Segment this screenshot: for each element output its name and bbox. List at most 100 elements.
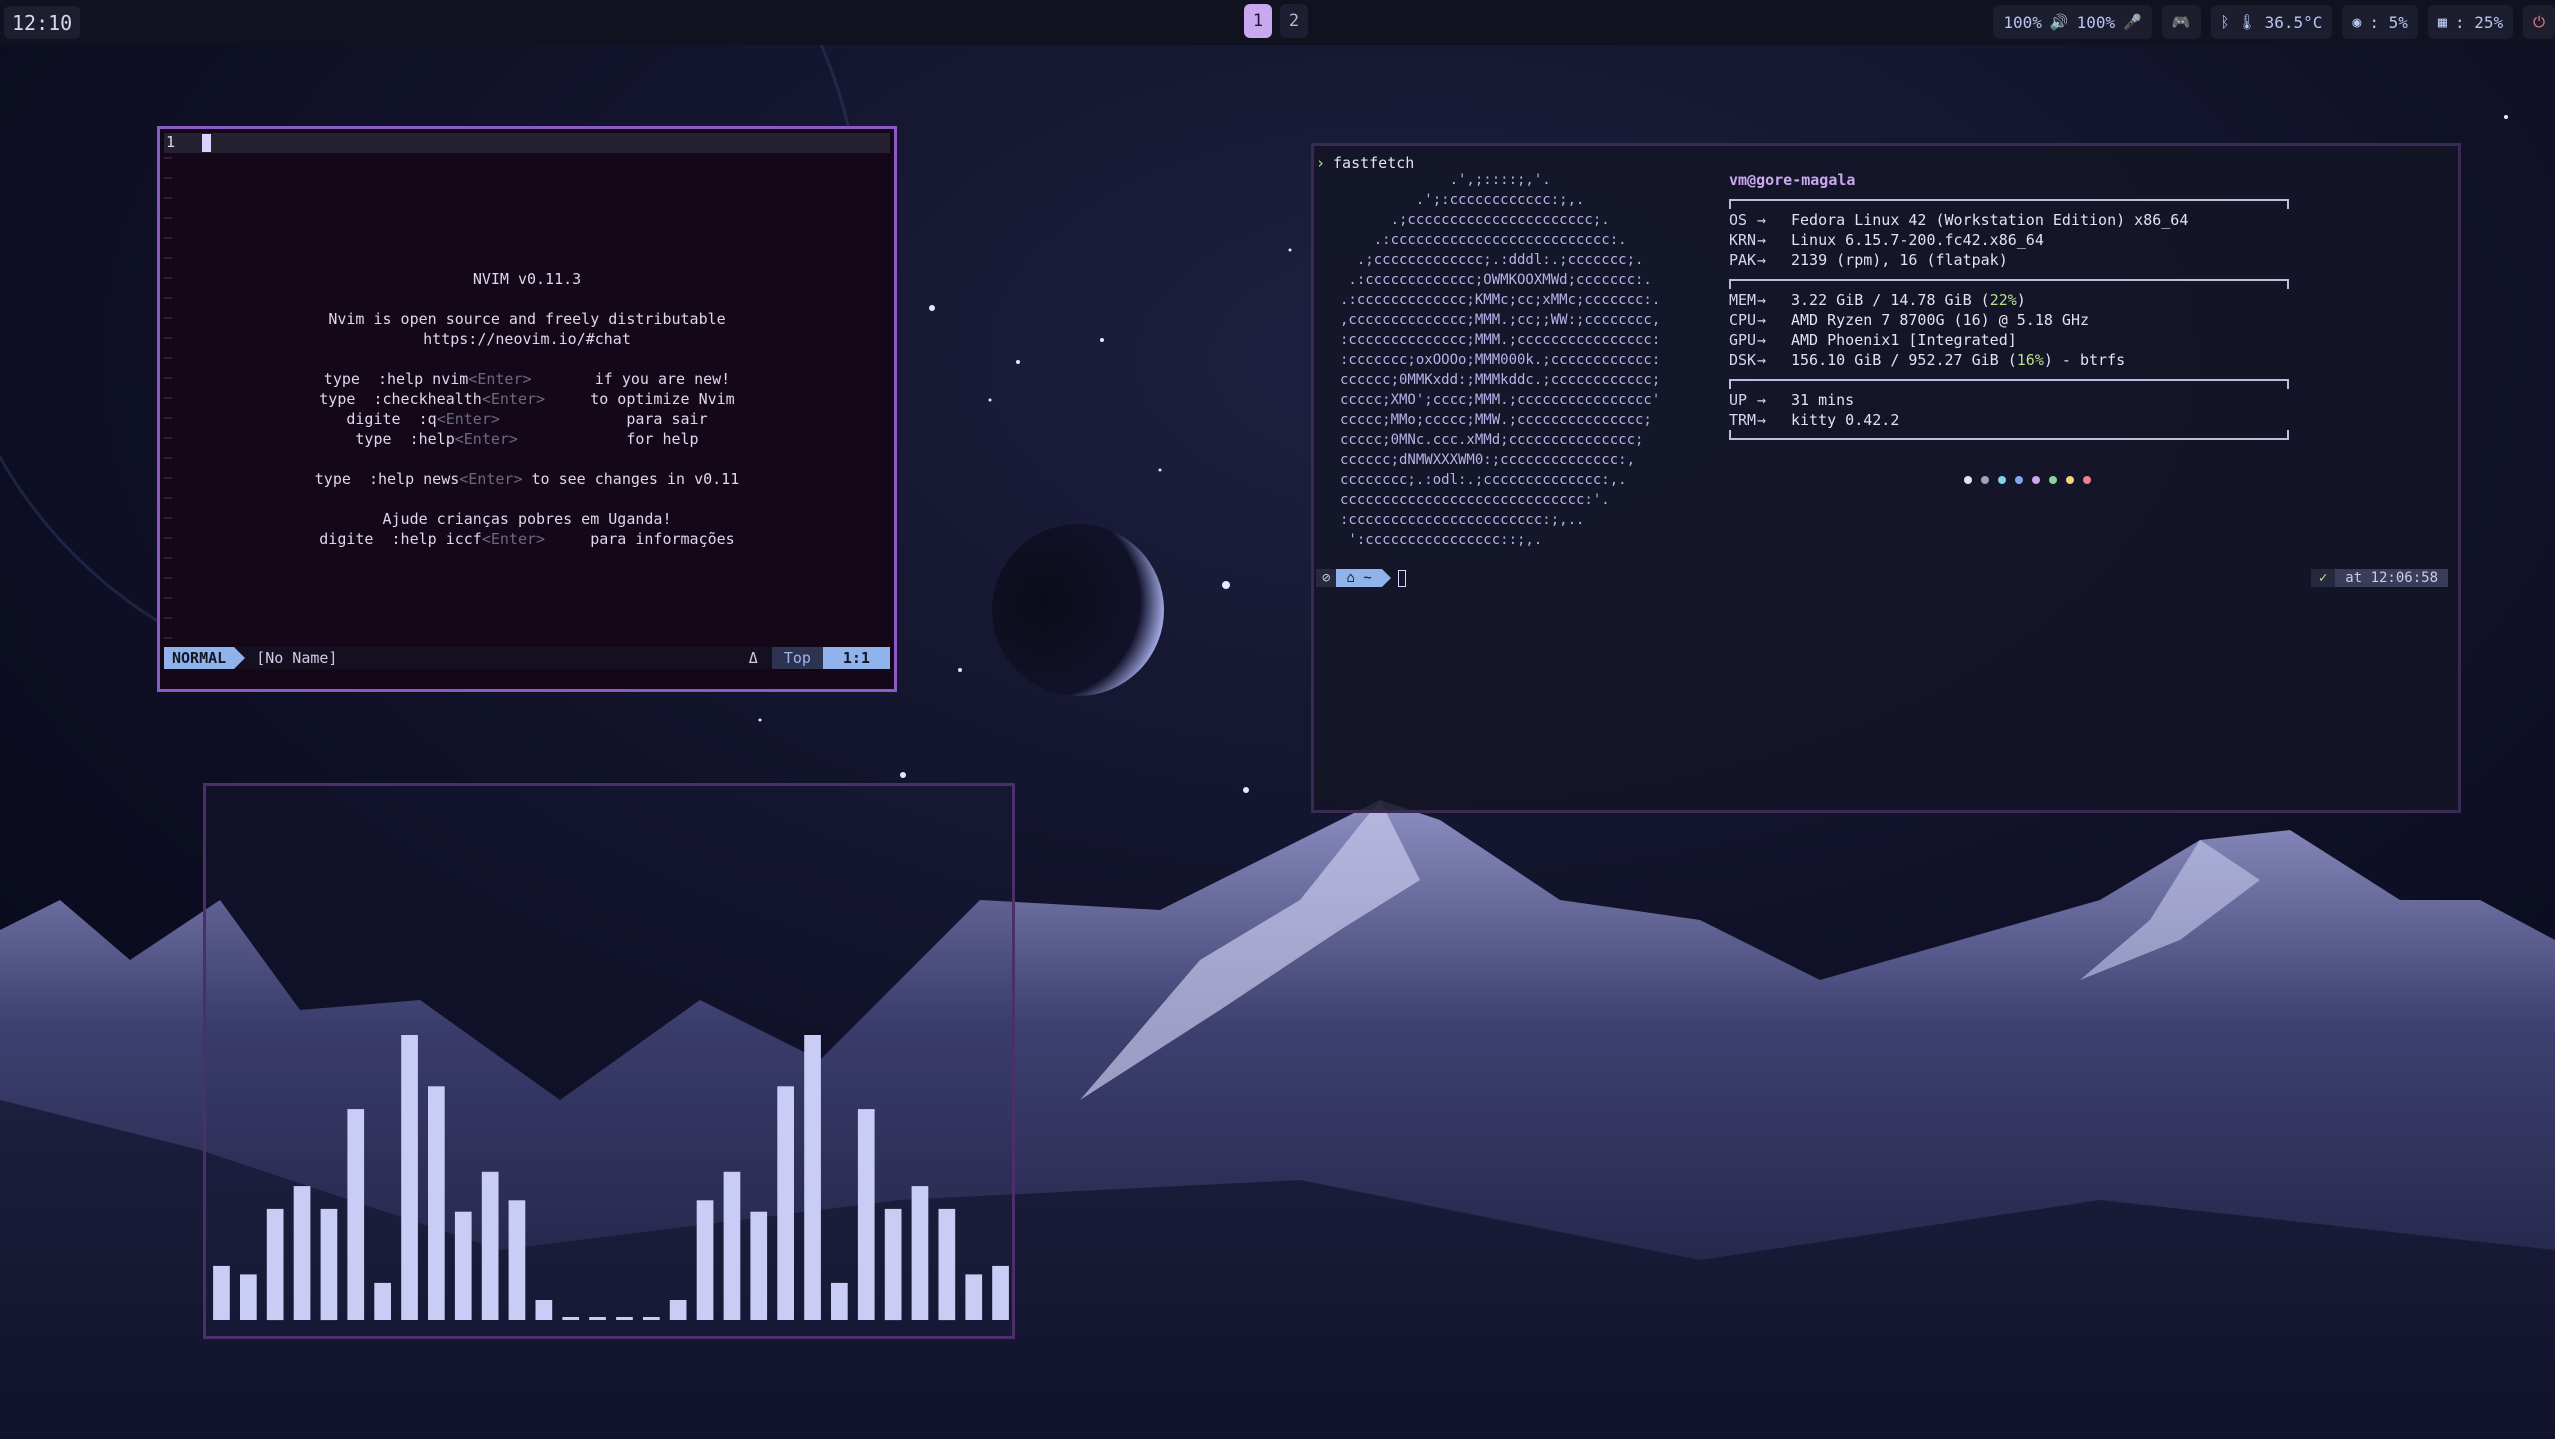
- info-row: TRM → kitty 0.42.2: [1729, 410, 2188, 430]
- info-key: KRN: [1729, 231, 1757, 249]
- temperature-value: 36.5°C: [2264, 12, 2323, 32]
- buffer-name: [No Name]: [256, 649, 338, 667]
- cpu-icon: ◉: [2352, 13, 2362, 31]
- section-divider: [1729, 370, 2289, 390]
- visualizer-bar: [213, 1265, 230, 1320]
- visualizer-bar: [508, 1200, 526, 1320]
- visualizer-bar: [347, 1109, 365, 1320]
- visualizer-bar: [696, 1200, 714, 1320]
- visualizer-bar: [831, 1282, 848, 1320]
- palette-dot: [2015, 476, 2023, 484]
- info-value: Fedora Linux 42 (Workstation Edition) x8…: [1791, 211, 2189, 229]
- intro-line: type :help<Enter> for help: [355, 430, 699, 448]
- visualizer-bar: [589, 1317, 606, 1320]
- info-value: 2139 (rpm), 16 (flatpak): [1791, 251, 2008, 269]
- section-divider: [1729, 430, 2289, 450]
- intro-line: digite :help iccf<Enter> para informaçõe…: [319, 530, 735, 548]
- gamepad-icon: 🎮: [2171, 13, 2191, 31]
- volume-icon: 🔊: [2049, 13, 2069, 31]
- info-value: AMD Phoenix1 [Integrated]: [1791, 331, 2017, 349]
- arrow-icon: →: [1757, 351, 1767, 369]
- info-row: KRN → Linux 6.15.7-200.fc42.x86_64: [1729, 230, 2188, 250]
- top-bar: 12:10 1 2 100% 🔊 100% 🎤 🎮 ᛒ 🌡 36.5°C ◉ :…: [0, 0, 2555, 45]
- bluetooth-icon: ᛒ: [2220, 13, 2230, 31]
- info-key: TRM: [1729, 411, 1757, 429]
- arrow-icon: →: [1757, 411, 1767, 429]
- arrow-icon: →: [1757, 251, 1767, 269]
- visualizer-bar: [992, 1265, 1009, 1320]
- memory-module[interactable]: ▦ : 25%: [2427, 5, 2514, 39]
- visualizer-bar: [965, 1274, 983, 1320]
- palette-dot: [1964, 476, 1972, 484]
- visualizer-bar: [669, 1300, 687, 1320]
- audio-visualizer-window[interactable]: [203, 783, 1015, 1339]
- visualizer-bar: [320, 1208, 338, 1321]
- visualizer-bar: [428, 1086, 445, 1320]
- intro-line: type :help news<Enter> to see changes in…: [314, 470, 740, 488]
- info-row: UP → 31 mins: [1729, 390, 2188, 410]
- terminal-window[interactable]: › fastfetch .',;::::;,'. .';:cccccccccccc…: [1311, 143, 2461, 813]
- palette-dot: [2049, 476, 2057, 484]
- info-key: MEM: [1729, 291, 1757, 309]
- visualizer-bar: [804, 1035, 821, 1320]
- intro-line: [160, 289, 894, 309]
- home-icon: ⌂ ~: [1336, 569, 1392, 587]
- cpu-module[interactable]: ◉ : 5%: [2342, 5, 2418, 39]
- workspace-2-button[interactable]: 2: [1280, 4, 1308, 38]
- info-value: kitty 0.42.2: [1791, 411, 1900, 429]
- arrow-icon: →: [1757, 311, 1767, 329]
- info-value: AMD Ryzen 7 8700G (16) @ 5.18 GHz: [1791, 311, 2090, 329]
- workspace-1-button[interactable]: 1: [1244, 4, 1272, 38]
- memory-value: : 25%: [2454, 12, 2504, 32]
- palette-dot: [2032, 476, 2040, 484]
- delta-icon: Δ: [748, 649, 758, 667]
- power-button[interactable]: ⏻: [2523, 5, 2555, 39]
- intro-line: [160, 349, 894, 369]
- clock[interactable]: 12:10: [4, 6, 81, 39]
- info-row: OS → Fedora Linux 42 (Workstation Edition)…: [1729, 210, 2188, 230]
- status-modules: 100% 🔊 100% 🎤 🎮 ᛒ 🌡 36.5°C ◉ : 5% ▦ : 25…: [1993, 5, 2555, 39]
- visualizer-bar: [535, 1300, 553, 1320]
- section-divider: [1729, 190, 2289, 210]
- intro-line: NVIM v0.11.3: [472, 270, 582, 288]
- arrow-icon: →: [1757, 211, 1767, 229]
- intro-line: Ajude crianças pobres em Uganda!: [382, 510, 672, 528]
- palette-dot: [1998, 476, 2006, 484]
- info-value: Linux 6.15.7-200.fc42.x86_64: [1791, 231, 2044, 249]
- info-value: 156.10 GiB / 952.27 GiB (16%) - btrfs: [1791, 351, 2126, 369]
- intro-line: type :help nvim<Enter> if you are new!: [323, 370, 731, 388]
- line-number: 1: [166, 133, 176, 151]
- terminal-cursor: [1397, 569, 1406, 587]
- shell-prompt[interactable]: ⊘ ⌂ ~ ✓ at 12:06:58: [1316, 568, 2448, 588]
- visualizer-bar: [911, 1186, 929, 1320]
- workspace-switcher: 1 2: [1244, 4, 1308, 38]
- visualizer-bar: [857, 1109, 875, 1320]
- visualizer-bar: [750, 1211, 768, 1320]
- audio-percent: 100%: [2003, 12, 2042, 32]
- palette-dot: [1981, 476, 1989, 484]
- os-icon: ⊘: [1316, 569, 1337, 587]
- info-key: UP: [1729, 391, 1748, 409]
- arrow-icon: →: [1757, 291, 1767, 309]
- visualizer-bar: [454, 1211, 472, 1320]
- visualizer-bar: [616, 1317, 633, 1320]
- visualizer-bar: [884, 1208, 902, 1321]
- intro-line: [160, 489, 894, 509]
- cursor-position: 1:1: [822, 647, 890, 669]
- sensors-module[interactable]: ᛒ 🌡 36.5°C: [2210, 5, 2333, 39]
- prompt-chevron-icon: ›: [1316, 154, 1326, 172]
- arrow-icon: →: [1757, 331, 1767, 349]
- nvim-intro-screen: NVIM v0.11.3 Nvim is open source and free…: [160, 269, 894, 549]
- nvim-statusline: NORMAL [No Name] Δ Top 1:1: [164, 647, 890, 669]
- gamemode-module[interactable]: 🎮: [2161, 5, 2201, 39]
- audio-module[interactable]: 100% 🔊 100% 🎤: [1993, 5, 2152, 39]
- visualizer-bar: [643, 1317, 660, 1320]
- visualizer-bar: [723, 1171, 741, 1320]
- intro-line: digite :q<Enter> para sair: [346, 410, 708, 428]
- nvim-window[interactable]: 1 NVIM v0.11.3 Nvim is open source and fr…: [157, 126, 897, 692]
- status-ok-icon: ✓: [2310, 569, 2336, 587]
- info-key: PAK: [1729, 251, 1757, 269]
- fedora-ascii-logo: .',;::::;,'. .';:cccccccccccc:;,. .;cccc…: [1340, 172, 1661, 548]
- info-row: DSK → 156.10 GiB / 952.27 GiB (16%) - btrf…: [1729, 350, 2188, 370]
- color-palette: [1964, 476, 2091, 484]
